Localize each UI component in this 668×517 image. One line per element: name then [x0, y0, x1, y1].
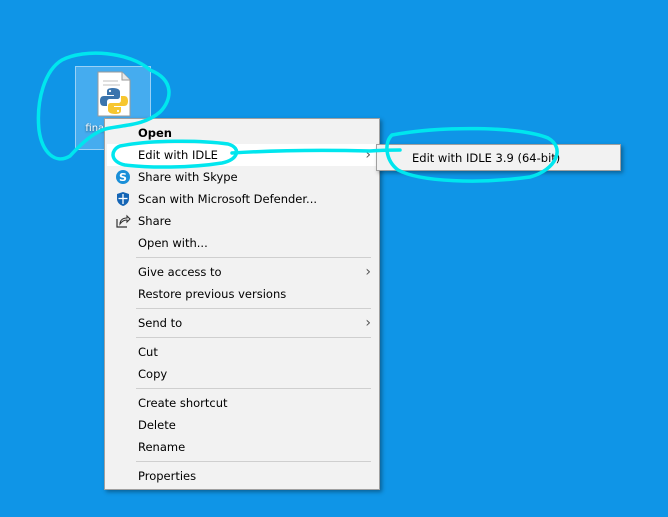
submenu-item-edit-with-idle-39[interactable]: Edit with IDLE 3.9 (64-bit) — [379, 146, 618, 170]
menu-item-label: Open — [138, 126, 172, 140]
menu-separator — [136, 257, 371, 258]
menu-item-edit-with-idle[interactable]: Edit with IDLE › — [107, 144, 377, 166]
svg-text:S: S — [119, 171, 127, 184]
menu-item-label: Copy — [138, 367, 168, 381]
menu-item-restore-previous-versions[interactable]: Restore previous versions — [107, 283, 377, 305]
menu-item-create-shortcut[interactable]: Create shortcut — [107, 392, 377, 414]
share-icon — [116, 214, 131, 228]
menu-item-delete[interactable]: Delete — [107, 414, 377, 436]
menu-item-label: Delete — [138, 418, 176, 432]
menu-item-label: Create shortcut — [138, 396, 228, 410]
menu-item-label: Edit with IDLE — [138, 148, 218, 162]
menu-item-label: Scan with Microsoft Defender... — [138, 192, 318, 206]
menu-item-send-to[interactable]: Send to › — [107, 312, 377, 334]
menu-item-cut[interactable]: Cut — [107, 341, 377, 363]
submenu-item-label: Edit with IDLE 3.9 (64-bit) — [412, 151, 561, 165]
menu-separator — [136, 308, 371, 309]
menu-item-label: Restore previous versions — [138, 287, 287, 301]
context-menu: Open Edit with IDLE › S Share with Skype… — [104, 118, 380, 490]
menu-item-label: Open with... — [138, 236, 208, 250]
defender-shield-icon — [117, 192, 129, 206]
chevron-right-icon: › — [365, 147, 371, 163]
chevron-right-icon: › — [365, 264, 371, 280]
menu-item-copy[interactable]: Copy — [107, 363, 377, 385]
menu-item-rename[interactable]: Rename — [107, 436, 377, 458]
menu-item-label: Share — [138, 214, 172, 228]
menu-item-scan-defender[interactable]: Scan with Microsoft Defender... — [107, 188, 377, 210]
skype-icon: S — [116, 170, 130, 184]
menu-separator — [136, 337, 371, 338]
menu-item-open[interactable]: Open — [107, 122, 377, 144]
edit-with-idle-submenu: Edit with IDLE 3.9 (64-bit) — [376, 144, 621, 171]
menu-item-share-with-skype[interactable]: S Share with Skype — [107, 166, 377, 188]
menu-item-label: Give access to — [138, 265, 222, 279]
python-file-icon — [97, 71, 131, 117]
menu-item-label: Share with Skype — [138, 170, 238, 184]
menu-item-properties[interactable]: Properties — [107, 465, 377, 487]
menu-item-label: Properties — [138, 469, 197, 483]
menu-item-label: Send to — [138, 316, 183, 330]
chevron-right-icon: › — [365, 315, 371, 331]
menu-item-label: Cut — [138, 345, 158, 359]
menu-item-open-with[interactable]: Open with... — [107, 232, 377, 254]
menu-separator — [136, 388, 371, 389]
menu-item-give-access-to[interactable]: Give access to › — [107, 261, 377, 283]
menu-item-label: Rename — [138, 440, 186, 454]
menu-separator — [136, 461, 371, 462]
menu-item-share[interactable]: Share — [107, 210, 377, 232]
